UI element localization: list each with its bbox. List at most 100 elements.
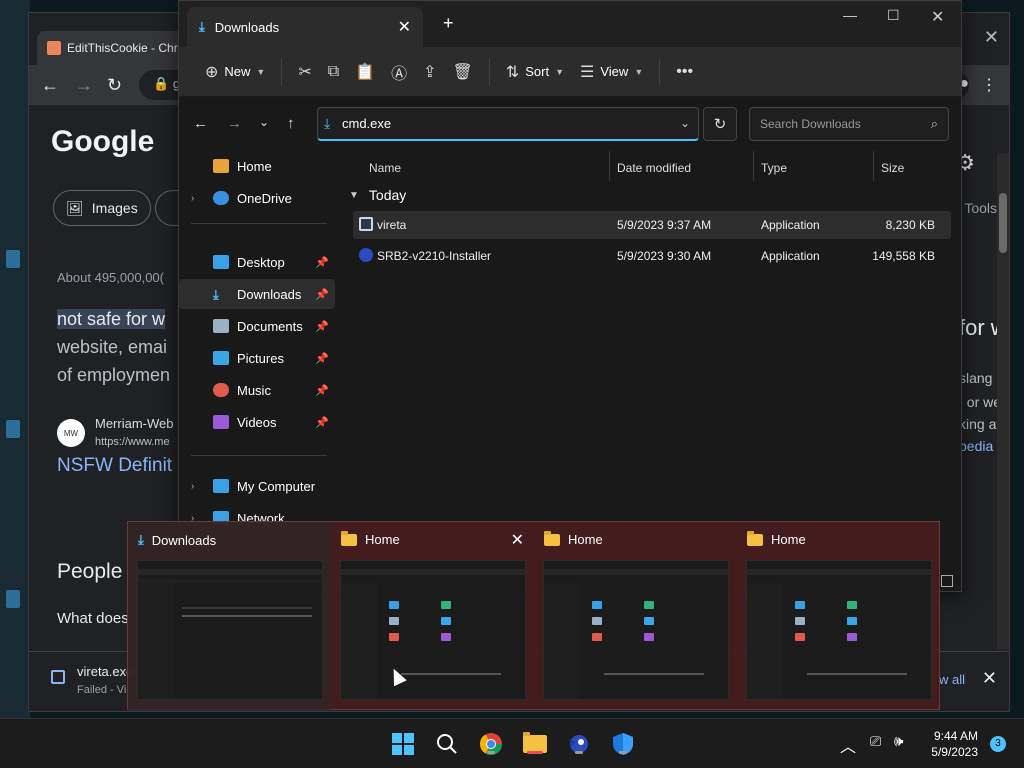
desktop-icon[interactable] xyxy=(6,250,20,268)
forward-arrow-icon[interactable]: → xyxy=(227,115,242,132)
google-logo[interactable]: Google xyxy=(51,125,154,159)
column-header-size[interactable]: Size xyxy=(881,161,904,175)
chevron-down-icon[interactable]: ⌄ xyxy=(680,116,690,130)
nav-item-music[interactable]: Music 📌 xyxy=(179,375,335,405)
divider xyxy=(488,58,490,85)
defender-taskbar-button[interactable] xyxy=(610,731,636,757)
menu-kebab-icon[interactable]: ⋮ xyxy=(981,75,997,95)
clock[interactable]: 9:44 AM 5/9/2023 xyxy=(931,728,978,760)
close-icon[interactable]: ✕ xyxy=(931,7,944,27)
copy-button[interactable]: ⧉ xyxy=(320,55,347,89)
delete-button[interactable]: 🗑 xyxy=(445,55,481,89)
share-button[interactable]: ⇪ xyxy=(415,55,444,89)
pin-icon: 📌 xyxy=(315,320,329,333)
back-arrow-icon[interactable]: ← xyxy=(193,115,208,132)
maximize-icon[interactable]: ☐ xyxy=(887,7,900,24)
paste-button[interactable]: 📋 xyxy=(347,55,383,89)
file-row[interactable]: SRB2-v2210-Installer 5/9/2023 9:30 AM Ap… xyxy=(353,242,951,270)
explorer-titlebar: ⤓ Downloads ✕ + — ☐ ✕ xyxy=(179,1,961,47)
desktop-icon[interactable] xyxy=(6,420,20,438)
explorer-tab-title: Downloads xyxy=(214,19,280,35)
back-icon[interactable]: ← xyxy=(41,75,59,96)
tools-button[interactable]: Tools xyxy=(964,200,997,216)
up-arrow-icon[interactable]: ↑ xyxy=(287,115,295,132)
switcher-window-home[interactable]: Home xyxy=(534,522,737,711)
chrome-close-icon[interactable]: ✕ xyxy=(984,27,999,48)
shelf-close-icon[interactable]: ✕ xyxy=(982,668,997,689)
file-row[interactable]: vireta 5/9/2023 9:37 AM Application 8,23… xyxy=(353,211,951,239)
volume-icon[interactable]: 🕪 xyxy=(894,733,903,750)
file-explorer-taskbar-button[interactable] xyxy=(522,731,548,757)
column-divider[interactable] xyxy=(609,151,610,181)
notification-badge[interactable]: 3 xyxy=(990,736,1006,752)
chrome-scrollbar[interactable] xyxy=(997,153,1009,649)
start-button[interactable] xyxy=(390,731,416,757)
nav-label: Desktop xyxy=(237,254,285,270)
chevron-right-icon[interactable]: › xyxy=(191,481,194,492)
thumb-folder xyxy=(644,617,654,625)
column-divider[interactable] xyxy=(753,151,754,181)
thumb-folder xyxy=(644,633,654,641)
column-header-type[interactable]: Type xyxy=(761,161,787,175)
network-status-icon[interactable]: ⎚ xyxy=(870,733,881,750)
tab-close-icon[interactable]: ✕ xyxy=(398,17,411,37)
knowledge-panel-link[interactable]: pedia xyxy=(959,438,993,454)
switcher-window-downloads[interactable]: ⤓ Downloads xyxy=(128,522,331,711)
column-divider[interactable] xyxy=(873,151,874,181)
refresh-icon: ↻ xyxy=(713,116,727,133)
refresh-button[interactable]: ↻ xyxy=(703,107,737,141)
nav-item-desktop[interactable]: Desktop 📌 xyxy=(179,247,335,277)
chevron-down-icon: ▼ xyxy=(634,66,644,77)
result-source[interactable]: MW Merriam-Web https://www.me xyxy=(57,415,174,451)
details-view-icon[interactable] xyxy=(941,575,953,587)
new-tab-icon[interactable]: + xyxy=(443,13,454,34)
result-link[interactable]: NSFW Definit xyxy=(57,455,172,477)
recent-chevron-icon[interactable]: ⌄ xyxy=(259,115,269,129)
chevron-up-icon[interactable]: ︿ xyxy=(840,733,856,757)
chrome-taskbar-button[interactable] xyxy=(478,731,504,757)
cut-button[interactable]: ✂ xyxy=(290,55,319,89)
nav-item-my-computer[interactable]: › My Computer xyxy=(179,471,335,501)
column-header-date[interactable]: Date modified xyxy=(617,161,691,175)
file-date: 5/9/2023 9:30 AM xyxy=(617,249,712,263)
search-input[interactable]: Search Downloads ⌕ xyxy=(749,107,949,141)
rename-button[interactable]: Ⓐ xyxy=(383,55,415,89)
address-bar[interactable]: ⤓ cmd.exe ⌄ xyxy=(317,107,699,141)
paa-question[interactable]: What does xyxy=(57,610,129,627)
group-header-today[interactable]: ▼ Today xyxy=(349,187,406,203)
thumb-title: Home xyxy=(568,532,603,547)
chevron-right-icon[interactable]: › xyxy=(191,193,194,204)
show-all-link[interactable]: w all xyxy=(939,672,965,687)
nav-item-downloads[interactable]: ⤓ Downloads 📌 xyxy=(179,279,335,309)
minimize-icon[interactable]: — xyxy=(843,7,857,23)
sort-button[interactable]: ⇅ Sort ▼ xyxy=(498,55,572,89)
download-icon: ⤓ xyxy=(324,115,331,131)
download-filename[interactable]: vireta.exe xyxy=(77,664,133,679)
desktop-icon[interactable] xyxy=(6,590,20,608)
reload-icon[interactable]: ↻ xyxy=(107,75,122,96)
thumb-title: Downloads xyxy=(151,532,217,548)
sonic-taskbar-button[interactable] xyxy=(566,731,592,757)
view-button[interactable]: ☰ View ▼ xyxy=(572,55,651,89)
address-row: ← → ⌄ ↑ ⤓ cmd.exe ⌄ ↻ Search Downloads ⌕ xyxy=(179,97,961,151)
view-toggle[interactable] xyxy=(941,575,953,587)
search-button[interactable] xyxy=(434,731,460,757)
chevron-down-icon: ▼ xyxy=(256,66,266,77)
switcher-window-home[interactable]: Home xyxy=(737,522,940,711)
scroll-thumb[interactable] xyxy=(999,193,1007,253)
column-header-name[interactable]: Name xyxy=(369,161,401,175)
nav-item-onedrive[interactable]: › OneDrive xyxy=(179,183,335,213)
new-button[interactable]: ⊕ New ▼ xyxy=(197,55,273,89)
nav-item-home[interactable]: Home xyxy=(179,151,335,181)
switcher-window-home[interactable]: Home ✕ xyxy=(331,522,534,711)
nav-item-documents[interactable]: Documents 📌 xyxy=(179,311,335,341)
nav-item-pictures[interactable]: Pictures 📌 xyxy=(179,343,335,373)
see-more-button[interactable]: ••• xyxy=(668,55,701,89)
computer-icon xyxy=(213,479,229,493)
window-thumbnail xyxy=(746,560,932,700)
forward-icon[interactable]: → xyxy=(75,75,93,96)
explorer-tab[interactable]: ⤓ Downloads ✕ xyxy=(187,7,423,47)
thumb-close-icon[interactable]: ✕ xyxy=(511,530,524,550)
images-chip[interactable]: 🖼 Images xyxy=(53,190,151,226)
nav-item-videos[interactable]: Videos 📌 xyxy=(179,407,335,437)
